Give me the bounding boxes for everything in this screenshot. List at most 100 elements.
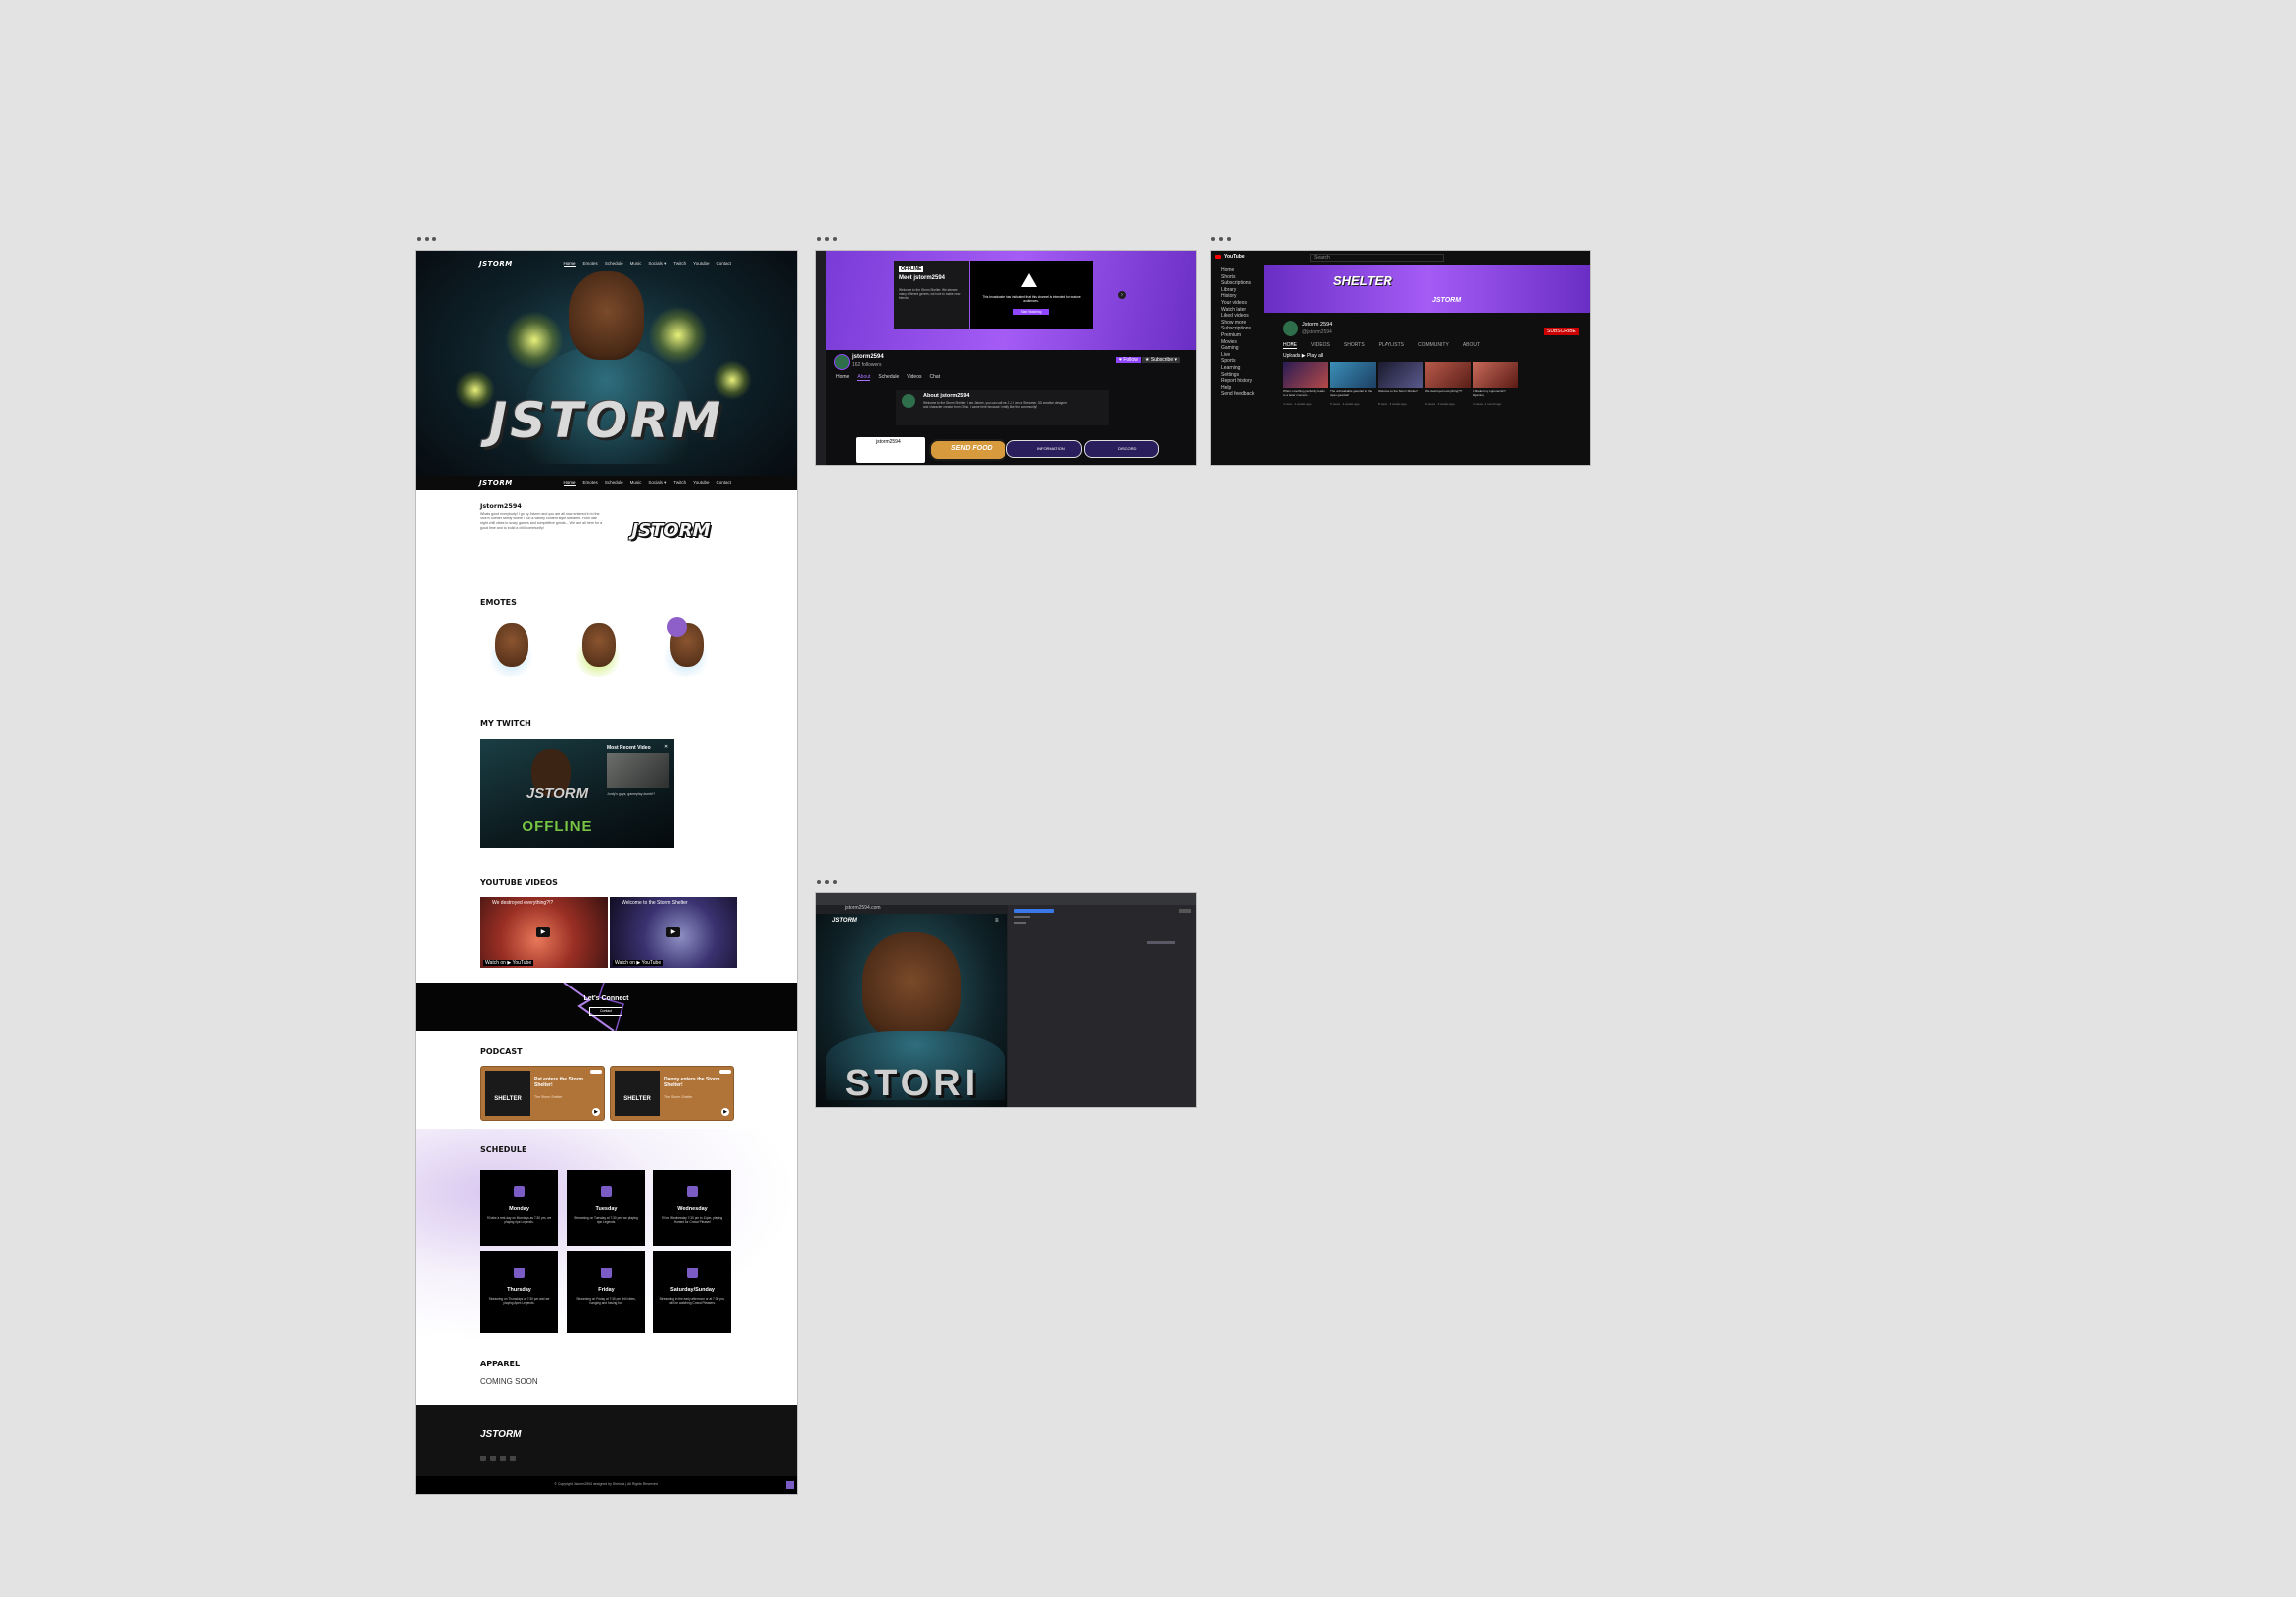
video-thumbnail[interactable] [1425,362,1471,388]
play-icon[interactable]: ▶ [536,927,550,937]
nav-socials[interactable]: Socials ▾ [648,480,666,486]
nav-music[interactable]: Music [630,480,642,486]
podcast-card[interactable]: SHELTER Danny enters the Storm Shelter! … [610,1066,734,1121]
hamburger-menu-icon[interactable]: ≡ [995,918,999,924]
tab-home[interactable]: HOME [1283,342,1297,349]
sidebar-item[interactable]: Send feedback [1221,391,1254,398]
recent-video-caption[interactable]: Jordy's guys, gameplay dumb!? [607,792,655,796]
video-thumbnail[interactable] [1283,362,1328,388]
sidebar-item[interactable]: Report history [1221,378,1254,385]
sidebar-item[interactable]: Subscriptions [1221,280,1254,287]
nav-twitch[interactable]: Twitch [673,261,686,267]
youtube-logo[interactable]: YouTube [1215,254,1245,260]
youtube-icon[interactable] [500,1456,506,1461]
panel-send-food[interactable]: SEND FOOD [929,439,1007,461]
sidebar-item[interactable]: Liked videos [1221,313,1254,320]
nav-socials[interactable]: Socials ▾ [648,261,666,267]
nav-emotes[interactable]: Emotes [583,480,598,486]
nav-emotes[interactable]: Emotes [583,261,598,267]
video-title[interactable]: Welcome to the Storm Shelter! [1378,389,1423,394]
tab-about[interactable]: ABOUT [1463,342,1480,349]
start-watching-button[interactable]: Start Watching [1013,309,1049,315]
sidebar-item[interactable]: History [1221,293,1254,300]
search-input[interactable]: Search [1310,254,1444,262]
sidebar-item[interactable]: Gaming [1221,345,1254,352]
sidebar-item[interactable]: Shorts [1221,274,1254,281]
sidebar-item[interactable]: Learning [1221,365,1254,372]
sidebar-item[interactable]: Settings [1221,372,1254,379]
address-bar[interactable]: jstorm2594.com [842,906,944,911]
video-title[interactable]: When something perfectly leads to a bett… [1283,389,1328,397]
panel-information[interactable]: INFORMATION [1006,440,1082,458]
tab-schedule[interactable]: Schedule [878,374,899,381]
nav-contact[interactable]: Contact [716,480,731,486]
contact-button[interactable]: Contact [589,1007,622,1016]
youtube-video-2[interactable]: Welcome to the Storm Shelter ▶ Watch on … [610,897,737,968]
subscribe-button[interactable]: ★ Subscribe ▾ [1142,357,1181,363]
nav-home[interactable]: Home [563,261,576,267]
tab-home[interactable]: Home [836,374,849,381]
sidebar-item[interactable]: Sports [1221,358,1254,365]
avatar[interactable] [834,354,850,370]
youtube-video-1[interactable]: We destroyed everything?!? ▶ Watch on ▶ … [480,897,608,968]
video-title[interactable]: The unbreakable gauntlet in the Apex gau… [1330,389,1376,397]
chevron-right-icon[interactable]: › [1118,291,1126,299]
tab-chat[interactable]: Chat [929,374,940,381]
sidebar-item[interactable]: Home [1221,267,1254,274]
play-icon[interactable]: ▶ [721,1108,729,1116]
play-icon[interactable]: ▶ [666,927,680,937]
subscribe-button[interactable]: SUBSCRIBE [1544,328,1578,335]
window-controls-icon[interactable] [1211,237,1231,241]
sidebar-item[interactable]: Library [1221,287,1254,294]
sidebar-item[interactable]: Live [1221,352,1254,359]
devtools-filter[interactable] [1147,941,1175,944]
sidebar-item[interactable]: Premium [1221,332,1254,339]
close-icon[interactable]: ✕ [664,744,668,750]
nav-home[interactable]: Home [563,480,576,486]
nav-twitch[interactable]: Twitch [673,480,686,486]
instagram-icon[interactable] [510,1456,516,1461]
sidebar-item[interactable]: Subscriptions [1221,326,1254,332]
window-controls-icon[interactable] [817,880,837,884]
video-thumbnail[interactable] [1473,362,1518,388]
scroll-top-icon[interactable] [786,1481,794,1489]
video-title[interactable]: We destroyed everything?!? [1425,389,1471,394]
tab-about[interactable]: About [857,374,871,381]
play-icon[interactable]: ▶ [592,1108,600,1116]
window-controls-icon[interactable] [817,237,837,241]
devtools-selected-node[interactable] [1014,909,1054,913]
podcast-card[interactable]: SHELTER Pat enters the Storm Shelter! Th… [480,1066,605,1121]
nav-music[interactable]: Music [630,261,642,267]
twitter-icon[interactable] [480,1456,486,1461]
sidebar-item[interactable]: Movies [1221,339,1254,346]
devtools-toolbar-icon[interactable] [1179,909,1191,913]
nav-youtube[interactable]: Youtube [693,261,709,267]
tab-videos[interactable]: Videos [907,374,921,381]
tab-playlists[interactable]: PLAYLISTS [1379,342,1404,349]
nav-contact[interactable]: Contact [716,261,731,267]
nav-schedule[interactable]: Schedule [605,480,623,486]
watch-on-youtube[interactable]: Watch on ▶ YouTube [613,960,664,966]
nav-youtube[interactable]: Youtube [693,480,709,486]
sidebar-item[interactable]: Show more [1221,320,1254,327]
window-controls-icon[interactable] [417,237,436,241]
uploads-heading[interactable]: Uploads ▶ Play all [1283,353,1323,359]
sidebar-item[interactable]: Your videos [1221,300,1254,307]
nav-schedule[interactable]: Schedule [605,261,623,267]
video-title[interactable]: I Mauled my opponents!!! #gaming [1473,389,1518,397]
sidebar-item[interactable]: Help [1221,385,1254,392]
follow-button[interactable]: ♥ Follow [1116,357,1141,363]
facebook-icon[interactable] [490,1456,496,1461]
recent-video-thumbnail[interactable] [607,753,669,788]
tab-shorts[interactable]: SHORTS [1344,342,1365,349]
avatar[interactable] [1283,321,1298,336]
video-thumbnail[interactable] [1330,362,1376,388]
panel-profile[interactable]: jstorm2594 [856,437,925,463]
tab-videos[interactable]: VIDEOS [1311,342,1330,349]
panel-discord[interactable]: DISCORD [1084,440,1159,458]
sidebar-item[interactable]: Watch later [1221,307,1254,314]
video-thumbnail[interactable] [1378,362,1423,388]
tab-community[interactable]: COMMUNITY [1418,342,1449,349]
twitch-embed[interactable]: JSTORM OFFLINE Most Recent Video ✕ Jordy… [480,739,674,848]
watch-on-youtube[interactable]: Watch on ▶ YouTube [483,960,534,966]
